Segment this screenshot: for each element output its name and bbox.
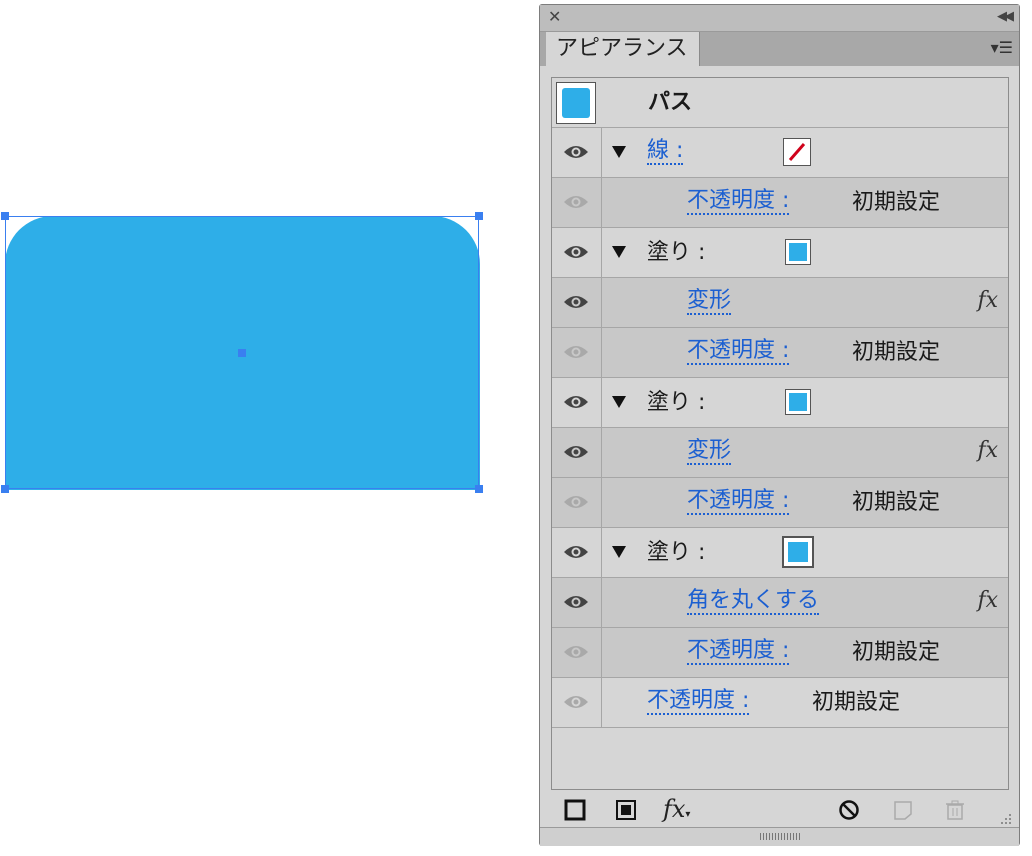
eye-toggle[interactable]	[552, 328, 602, 377]
eye-icon	[564, 696, 588, 708]
disclosure-triangle-icon[interactable]	[612, 546, 626, 558]
effect-transform-label[interactable]: 変形	[687, 439, 732, 465]
eye-toggle[interactable]	[552, 378, 602, 427]
disclosure-triangle-icon[interactable]	[612, 146, 626, 158]
clear-appearance-icon[interactable]	[838, 799, 860, 821]
opacity-label[interactable]: 不透明度 :	[687, 339, 790, 365]
panel-menu-icon[interactable]: ▾☰	[991, 38, 1013, 57]
eye-icon	[564, 596, 588, 608]
handle-top-right[interactable]	[475, 212, 483, 220]
object-thumbnail	[556, 82, 596, 124]
fx-icon: fx	[977, 288, 998, 313]
handle-top-left[interactable]	[1, 212, 9, 220]
fill-swatch[interactable]	[785, 389, 811, 415]
eye-icon	[564, 296, 588, 308]
panel-footer: fx▾	[540, 795, 1019, 829]
collapse-icon[interactable]: ◀◀	[997, 7, 1014, 27]
opacity-label[interactable]: 不透明度 :	[687, 639, 790, 665]
opacity-row[interactable]: 不透明度 : 初期設定	[552, 628, 1008, 678]
eye-icon	[564, 246, 588, 258]
eye-toggle[interactable]	[552, 478, 602, 527]
opacity-label[interactable]: 不透明度 :	[647, 689, 750, 715]
fill-label: 塗り :	[647, 540, 706, 565]
eye-toggle[interactable]	[552, 678, 602, 727]
eye-icon	[564, 346, 588, 358]
tab-appearance[interactable]: アピアランス	[546, 32, 700, 66]
opacity-value: 初期設定	[812, 690, 901, 715]
eye-toggle[interactable]	[552, 278, 602, 327]
duplicate-item-icon	[894, 801, 912, 820]
eye-toggle[interactable]	[552, 628, 602, 677]
eye-icon	[564, 146, 588, 158]
fill-swatch[interactable]	[785, 239, 811, 265]
eye-toggle[interactable]	[552, 578, 602, 627]
object-row[interactable]: パス	[552, 78, 1008, 128]
eye-icon	[564, 496, 588, 508]
opacity-row[interactable]: 不透明度 : 初期設定	[552, 478, 1008, 528]
object-label: パス	[648, 90, 693, 115]
fx-icon: fx	[977, 438, 998, 463]
opacity-label[interactable]: 不透明度 :	[687, 489, 790, 515]
handle-bottom-left[interactable]	[1, 485, 9, 493]
appearance-panel: ✕ ◀◀ アピアランス ▾☰ パス 線 : 不透明度 : 初期設定 塗り: 変…	[539, 4, 1020, 846]
trash-icon	[946, 800, 964, 820]
effect-row[interactable]: 角を丸くする fx	[552, 578, 1008, 628]
opacity-value: 初期設定	[852, 190, 941, 215]
eye-toggle[interactable]	[552, 228, 602, 277]
add-stroke-icon[interactable]	[564, 799, 586, 821]
opacity-value: 初期設定	[852, 490, 941, 515]
handle-bottom-right[interactable]	[475, 485, 483, 493]
opacity-value: 初期設定	[852, 340, 941, 365]
eye-icon	[564, 646, 588, 658]
disclosure-triangle-icon[interactable]	[612, 246, 626, 258]
disclosure-triangle-icon[interactable]	[612, 396, 626, 408]
stroke-row[interactable]: 線 :	[552, 128, 1008, 178]
fx-label: fx	[663, 795, 686, 823]
effect-row[interactable]: 変形 fx	[552, 278, 1008, 328]
eye-icon	[564, 446, 588, 458]
fill-row-selected[interactable]: 塗り :	[552, 528, 1008, 578]
opacity-label[interactable]: 不透明度 :	[687, 189, 790, 215]
eye-toggle[interactable]	[552, 428, 602, 477]
add-fill-icon[interactable]	[615, 799, 637, 821]
fill-label: 塗り :	[647, 240, 706, 265]
fx-icon: fx	[977, 588, 998, 613]
opacity-row[interactable]: 不透明度 : 初期設定	[552, 328, 1008, 378]
eye-toggle[interactable]	[552, 128, 602, 177]
effect-round-corners-label[interactable]: 角を丸くする	[687, 589, 820, 615]
panel-bottom-grip[interactable]	[540, 827, 1019, 846]
effect-transform-label[interactable]: 変形	[687, 289, 732, 315]
eye-toggle[interactable]	[552, 528, 602, 577]
eye-icon	[564, 546, 588, 558]
stroke-label[interactable]: 線 :	[647, 139, 684, 165]
eye-icon	[564, 196, 588, 208]
object-opacity-row[interactable]: 不透明度 : 初期設定	[552, 678, 1008, 728]
panel-titlebar[interactable]: ✕ ◀◀	[540, 5, 1019, 32]
fill-row[interactable]: 塗り :	[552, 378, 1008, 428]
appearance-list: パス 線 : 不透明度 : 初期設定 塗り: 変形 fx 不透明度: 初期設…	[551, 77, 1009, 790]
stroke-swatch-none[interactable]	[783, 138, 811, 166]
center-point[interactable]	[238, 349, 246, 357]
fill-row[interactable]: 塗り :	[552, 228, 1008, 278]
fill-label: 塗り :	[647, 390, 706, 415]
opacity-row[interactable]: 不透明度 : 初期設定	[552, 178, 1008, 228]
eye-toggle[interactable]	[552, 178, 602, 227]
tab-row: アピアランス ▾☰	[540, 32, 1019, 66]
add-effect-icon[interactable]: fx▾	[663, 795, 690, 823]
effect-row[interactable]: 変形 fx	[552, 428, 1008, 478]
close-icon[interactable]: ✕	[548, 7, 561, 27]
fill-swatch[interactable]	[782, 536, 814, 568]
eye-icon	[564, 396, 588, 408]
resize-grip-icon[interactable]	[996, 809, 1012, 825]
opacity-value: 初期設定	[852, 640, 941, 665]
